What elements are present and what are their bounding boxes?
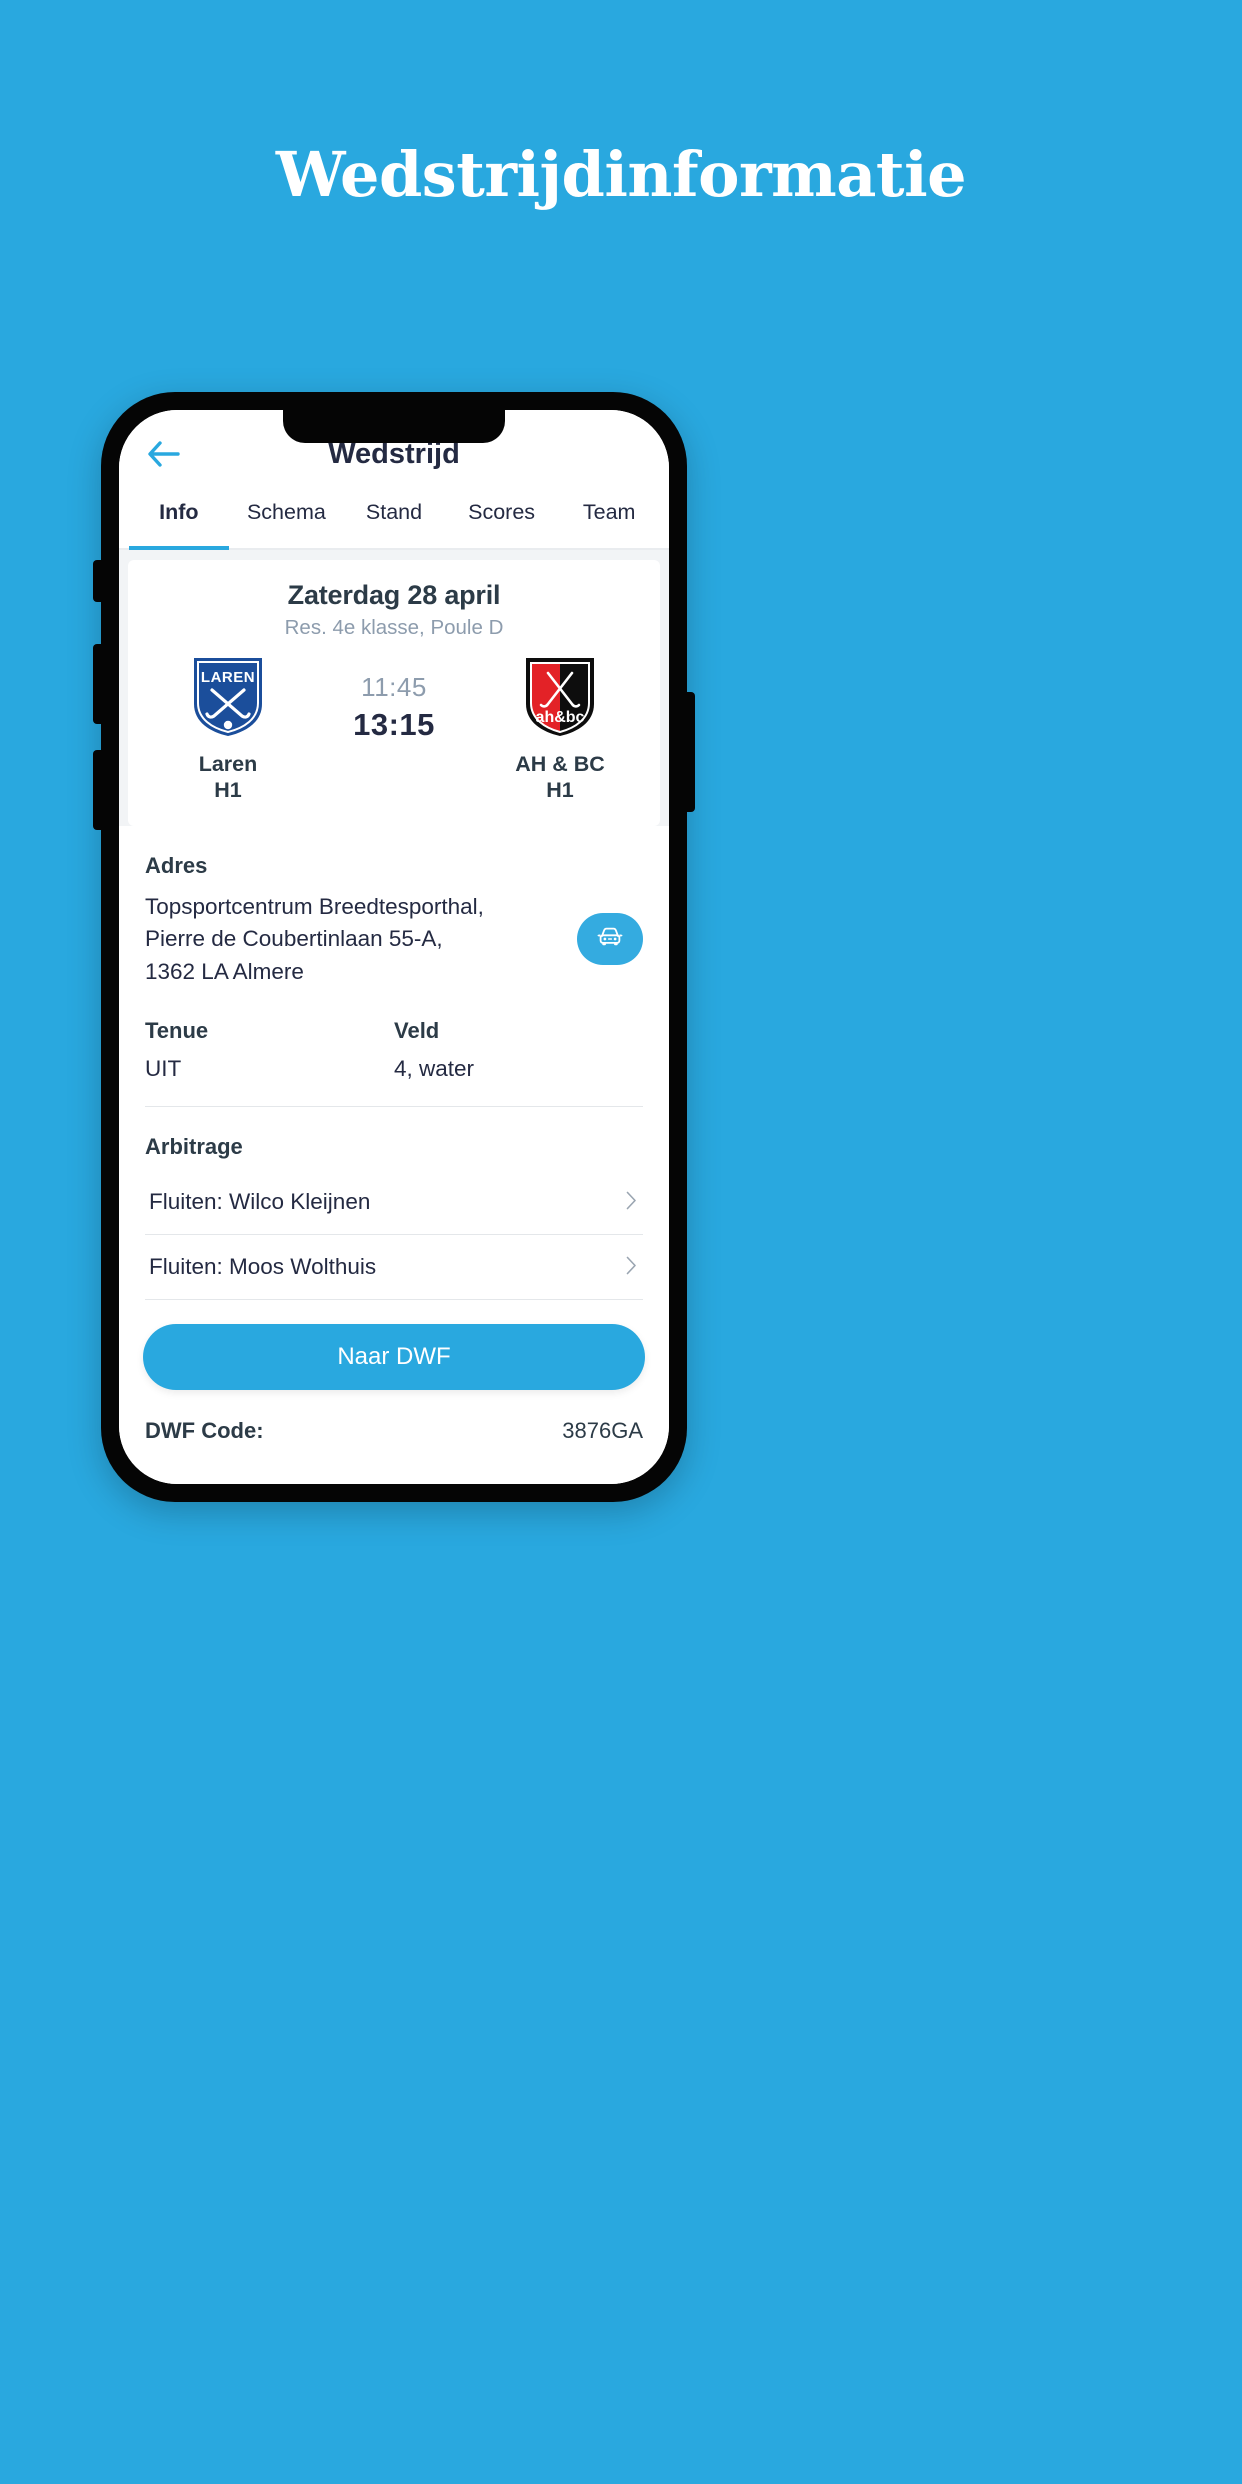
- phone-screen: Wedstrijd Info Schema Stand Scores Team …: [119, 410, 669, 1484]
- veld-label: Veld: [394, 1018, 440, 1044]
- dwf-code-row: DWF Code: 3876GA: [119, 1390, 669, 1444]
- tab-scores[interactable]: Scores: [448, 498, 556, 548]
- home-team-name: Laren: [198, 752, 258, 776]
- address-line-1: Topsportcentrum Breedtesporthal,: [145, 893, 484, 919]
- away-team-level: H1: [546, 778, 574, 803]
- tenue-column: Tenue UIT: [145, 1018, 394, 1082]
- official-name: Fluiten: Moos Wolthuis: [149, 1254, 377, 1280]
- tenue-label: Tenue: [145, 1018, 209, 1044]
- route-button[interactable]: [577, 912, 643, 965]
- info-tab-content: Zaterdag 28 april Res. 4e klasse, Poule …: [119, 550, 669, 1484]
- chevron-right-icon: [626, 1191, 637, 1214]
- address-section: Adres Topsportcentrum Breedtesporthal, P…: [119, 852, 669, 1301]
- match-card-container: Zaterdag 28 april Res. 4e klasse, Poule …: [119, 550, 669, 826]
- page-title: Wedstrijdinformatie: [275, 138, 967, 211]
- veld-column: Veld 4, water: [394, 1018, 643, 1082]
- official-row[interactable]: Fluiten: Wilco Kleijnen: [145, 1170, 643, 1236]
- tab-bar: Info Schema Stand Scores Team: [119, 498, 669, 550]
- tab-stand[interactable]: Stand: [340, 498, 448, 548]
- tab-info[interactable]: Info: [125, 498, 233, 550]
- match-date: Zaterdag 28 april: [287, 580, 501, 610]
- official-name: Fluiten: Wilco Kleijnen: [149, 1189, 371, 1215]
- chevron-right-icon: [626, 1256, 637, 1279]
- actual-time: 13:15: [353, 707, 435, 742]
- officials-title: Arbitrage: [145, 1134, 243, 1160]
- svg-text:LAREN: LAREN: [201, 669, 255, 686]
- arrow-left-icon: [147, 441, 181, 467]
- tab-team[interactable]: Team: [555, 498, 663, 548]
- address-line-2: Pierre de Coubertinlaan 55-A,: [145, 926, 443, 952]
- phone-volume-up[interactable]: [93, 644, 102, 724]
- phone-mute-switch[interactable]: [93, 560, 102, 602]
- official-row[interactable]: Fluiten: Moos Wolthuis: [145, 1235, 643, 1301]
- home-team-level: H1: [214, 778, 242, 803]
- match-competition: Res. 4e klasse, Poule D: [284, 616, 504, 639]
- details-row: Tenue UIT Veld 4, water: [145, 1018, 643, 1108]
- home-team-name-block: Laren H1: [199, 751, 258, 804]
- phone-mockup: Wedstrijd Info Schema Stand Scores Team …: [93, 392, 695, 1502]
- svg-text:ah&bc: ah&bc: [536, 709, 585, 726]
- cta-container: Naar DWF: [119, 1300, 669, 1391]
- car-icon: [595, 924, 625, 953]
- phone-volume-down[interactable]: [93, 750, 102, 830]
- address-line-3: 1362 LA Almere: [145, 958, 304, 984]
- back-button[interactable]: [145, 435, 183, 473]
- veld-value: 4, water: [394, 1056, 475, 1082]
- dwf-code-label: DWF Code:: [145, 1418, 264, 1444]
- phone-power-button[interactable]: [686, 692, 695, 812]
- planned-time: 11:45: [361, 672, 427, 702]
- naar-dwf-button[interactable]: Naar DWF: [143, 1324, 645, 1391]
- match-teams-row: LAREN Laren H1 11:45 13:15 ah&bc AH & BC…: [144, 656, 644, 804]
- dwf-code-value: 3876GA: [562, 1418, 643, 1444]
- away-team: ah&bc AH & BC H1: [476, 656, 644, 804]
- officials-list: Fluiten: Wilco Kleijnen Fluiten: Moos Wo…: [145, 1170, 643, 1301]
- away-team-name: AH & BC: [515, 752, 605, 776]
- address-block: Topsportcentrum Breedtesporthal, Pierre …: [145, 891, 643, 988]
- away-team-name-block: AH & BC H1: [515, 751, 605, 804]
- phone-notch: [283, 410, 505, 443]
- tab-schema[interactable]: Schema: [233, 498, 341, 548]
- match-card: Zaterdag 28 april Res. 4e klasse, Poule …: [128, 560, 660, 826]
- laren-shield-crest-icon: LAREN: [192, 656, 264, 738]
- address-title: Adres: [145, 852, 208, 878]
- tenue-value: UIT: [145, 1056, 182, 1082]
- ahbc-shield-crest-icon: ah&bc: [524, 656, 596, 738]
- address-lines: Topsportcentrum Breedtesporthal, Pierre …: [145, 891, 484, 988]
- match-times: 11:45 13:15: [312, 656, 476, 743]
- home-team: LAREN Laren H1: [144, 656, 312, 804]
